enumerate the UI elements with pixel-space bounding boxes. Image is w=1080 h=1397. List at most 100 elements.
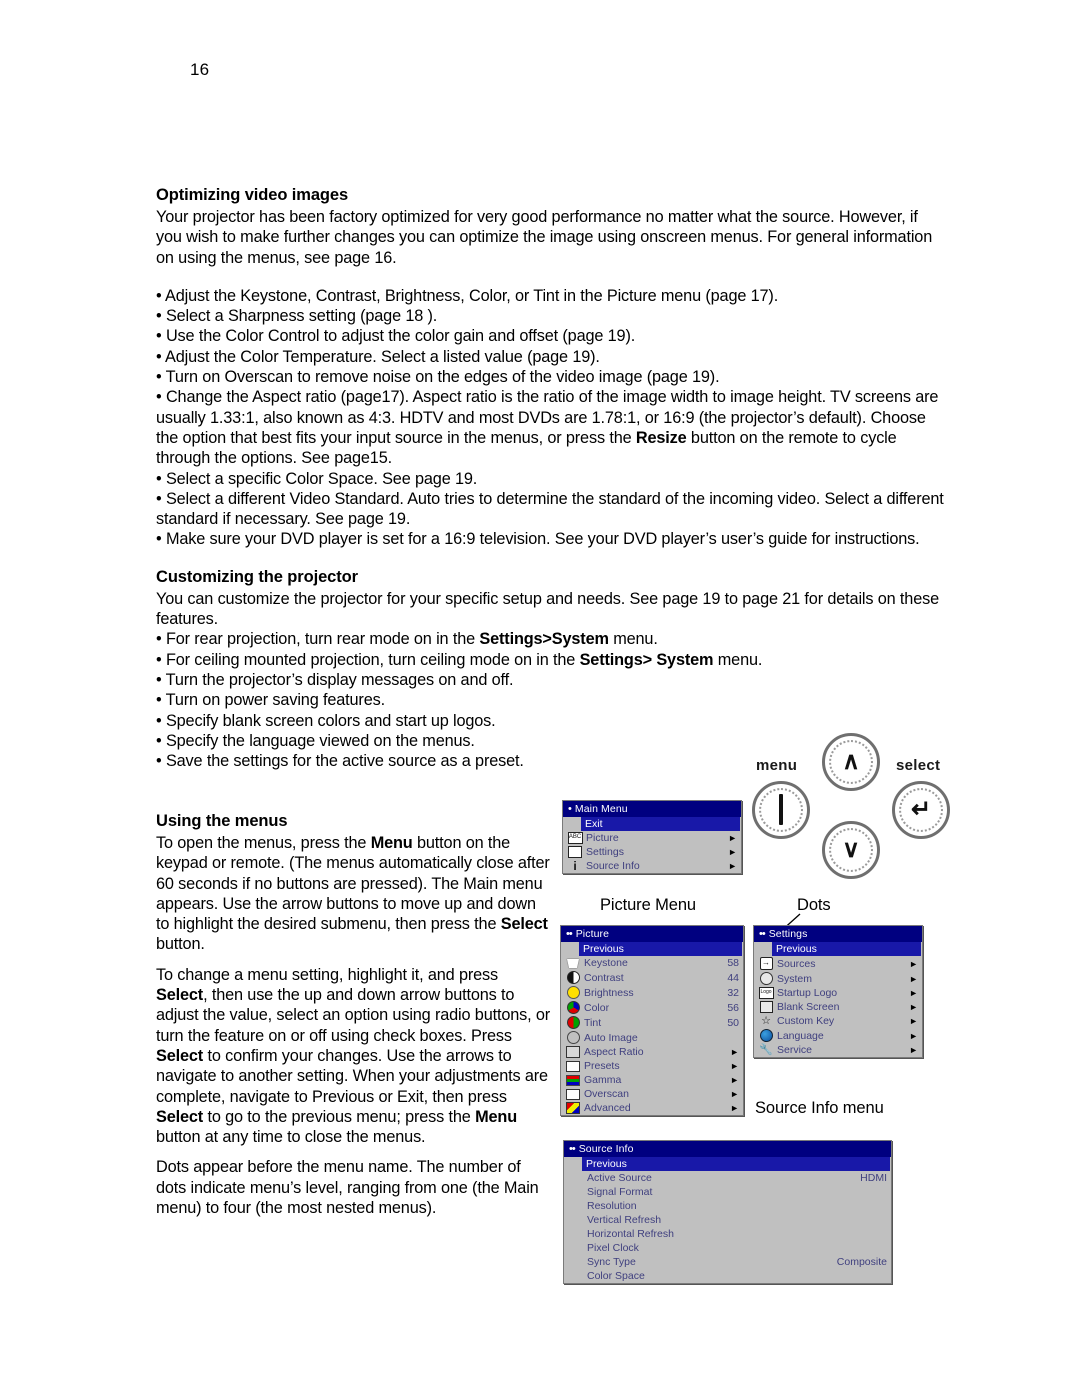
chevron-right-icon: ► bbox=[730, 1047, 739, 1057]
osd-row-label: Gamma bbox=[584, 1074, 622, 1086]
osd-row-service[interactable]: 🔧 Service ► bbox=[754, 1043, 922, 1057]
list-item: Turn on Overscan to remove noise on the … bbox=[156, 367, 946, 387]
text-pre: Turn on power saving features. bbox=[165, 691, 385, 710]
osd-row-label: Service bbox=[777, 1044, 813, 1056]
osd-row-previous[interactable]: Previous bbox=[579, 942, 742, 956]
osd-row-label: Resolution bbox=[587, 1200, 637, 1212]
osd-row-signal-format: Signal Format bbox=[564, 1185, 891, 1199]
chevron-right-icon: ► bbox=[909, 1030, 918, 1041]
osd-row-exit[interactable]: Exit bbox=[581, 817, 740, 831]
text-post: menu. bbox=[608, 630, 658, 649]
using-menus-paragraph-2: To change a menu setting, highlight it, … bbox=[156, 965, 552, 1148]
osd-row-tint[interactable]: Tint 50 bbox=[561, 1015, 743, 1030]
osd-row-label: Pixel Clock bbox=[587, 1242, 639, 1254]
osd-row-language[interactable]: Language ► bbox=[754, 1028, 922, 1043]
osd-row-system[interactable]: System ► bbox=[754, 971, 922, 986]
list-item-aspect-ratio: Change the Aspect ratio (page17). Aspect… bbox=[156, 387, 946, 468]
text-bold: Settings> System bbox=[579, 650, 714, 669]
down-arrow-button[interactable]: ∨ bbox=[822, 821, 880, 879]
list-item: Make sure your DVD player is set for a 1… bbox=[156, 529, 946, 549]
caption-dots: Dots bbox=[797, 896, 831, 914]
osd-settings-menu: •• Settings Previous → Sources ► System … bbox=[753, 925, 923, 1058]
osd-row-keystone[interactable]: Keystone 58 bbox=[561, 956, 743, 970]
osd-row-label: Language bbox=[777, 1029, 824, 1042]
text-a: To change a menu setting, highlight it, … bbox=[156, 965, 499, 984]
osd-row-picture[interactable]: ABC Picture ► bbox=[563, 831, 741, 845]
chevron-right-icon: ► bbox=[730, 1103, 739, 1113]
info-icon: i bbox=[573, 858, 577, 873]
osd-picture-menu: •• Picture Previous Keystone 58 Contrast… bbox=[560, 925, 744, 1116]
brightness-icon bbox=[565, 986, 581, 999]
osd-row-sources[interactable]: → Sources ► bbox=[754, 956, 922, 971]
select-bold-3: Select bbox=[156, 1107, 204, 1126]
osd-row-label: Exit bbox=[585, 818, 603, 830]
sources-icon: → bbox=[758, 957, 774, 970]
osd-row-label: Overscan bbox=[584, 1088, 629, 1100]
globe-icon bbox=[758, 1029, 774, 1042]
osd-row-horizontal-refresh: Horizontal Refresh bbox=[564, 1227, 891, 1241]
chevron-right-icon: ► bbox=[909, 1016, 918, 1026]
keypad-illustration: menu select ∧ ∨ ↵ bbox=[744, 733, 960, 879]
select-button[interactable]: ↵ bbox=[892, 781, 950, 839]
osd-row-color[interactable]: Color 56 bbox=[561, 1000, 743, 1015]
list-item: Adjust the Keystone, Contrast, Brightnes… bbox=[156, 286, 946, 306]
osd-row-label: Previous bbox=[776, 943, 817, 955]
osd-row-previous[interactable]: Previous bbox=[582, 1157, 890, 1171]
osd-row-contrast[interactable]: Contrast 44 bbox=[561, 970, 743, 985]
osd-row-startup-logo[interactable]: Logo Startup Logo ► bbox=[754, 986, 922, 1000]
system-icon bbox=[758, 972, 774, 985]
osd-row-gamma[interactable]: Gamma ► bbox=[561, 1073, 743, 1087]
osd-row-pixel-clock: Pixel Clock bbox=[564, 1241, 891, 1255]
osd-row-label: Active Source bbox=[587, 1172, 652, 1184]
osd-row-label: Presets bbox=[584, 1060, 620, 1072]
overscan-icon bbox=[565, 1088, 581, 1100]
osd-row-presets[interactable]: Presets ► bbox=[561, 1059, 743, 1073]
osd-row-aspect-ratio[interactable]: Aspect Ratio ► bbox=[561, 1045, 743, 1059]
customizing-intro-paragraph: You can customize the projector for your… bbox=[156, 589, 940, 629]
osd-row-value: 44 bbox=[727, 971, 739, 984]
osd-row-value: 32 bbox=[727, 986, 739, 999]
osd-title-bar: •• Picture bbox=[561, 926, 743, 942]
menu-bold-2: Menu bbox=[475, 1107, 517, 1126]
caption-source-info-menu: Source Info menu bbox=[755, 1099, 884, 1117]
document-body: Optimizing video images Your projector h… bbox=[156, 186, 946, 771]
chevron-right-icon: ► bbox=[909, 958, 918, 969]
chevron-right-icon: ► bbox=[728, 833, 737, 843]
chevron-right-icon: ► bbox=[728, 847, 737, 857]
abc-icon: ABC bbox=[567, 832, 583, 844]
osd-title-bar: •• Source Info bbox=[564, 1141, 891, 1157]
osd-row-resolution: Resolution bbox=[564, 1199, 891, 1213]
osd-row-auto-image[interactable]: Auto Image bbox=[561, 1030, 743, 1045]
menu-level-dots: •• bbox=[759, 928, 766, 940]
osd-row-blank-screen[interactable]: Blank Screen ► bbox=[754, 1000, 922, 1014]
text-pre: For ceiling mounted projection, turn cei… bbox=[165, 650, 580, 669]
osd-title-bar: •• Settings bbox=[754, 926, 922, 942]
osd-row-label: Signal Format bbox=[587, 1186, 653, 1198]
chevron-right-icon: ► bbox=[909, 988, 918, 998]
osd-row-previous[interactable]: Previous bbox=[772, 942, 921, 956]
osd-row-label: Aspect Ratio bbox=[584, 1046, 644, 1058]
osd-row-overscan[interactable]: Overscan ► bbox=[561, 1087, 743, 1101]
osd-row-label: Color Space bbox=[587, 1270, 645, 1282]
keystone-icon bbox=[565, 958, 581, 968]
keypad-select-label: select bbox=[896, 757, 941, 774]
list-item: Specify blank screen colors and start up… bbox=[156, 711, 946, 731]
up-arrow-button[interactable]: ∧ bbox=[822, 733, 880, 791]
osd-row-source-info[interactable]: i Source Info ► bbox=[563, 859, 741, 873]
chevron-right-icon: ► bbox=[730, 1089, 739, 1099]
osd-row-label: Contrast bbox=[584, 971, 624, 984]
text-post: menu. bbox=[713, 650, 763, 669]
list-item: For rear projection, turn rear mode on i… bbox=[156, 629, 946, 649]
osd-row-brightness[interactable]: Brightness 32 bbox=[561, 985, 743, 1000]
osd-row-custom-key[interactable]: ☆ Custom Key ► bbox=[754, 1014, 922, 1028]
osd-row-value: HDMI bbox=[860, 1172, 887, 1184]
osd-row-advanced[interactable]: Advanced ► bbox=[561, 1101, 743, 1115]
osd-row-label: Sources bbox=[777, 957, 816, 970]
osd-title-text: Main Menu bbox=[574, 803, 628, 815]
osd-row-settings[interactable]: Settings ► bbox=[563, 845, 741, 859]
chevron-right-icon: ► bbox=[728, 861, 737, 871]
menu-button[interactable] bbox=[752, 781, 810, 839]
osd-row-label: Sync Type bbox=[587, 1256, 636, 1268]
